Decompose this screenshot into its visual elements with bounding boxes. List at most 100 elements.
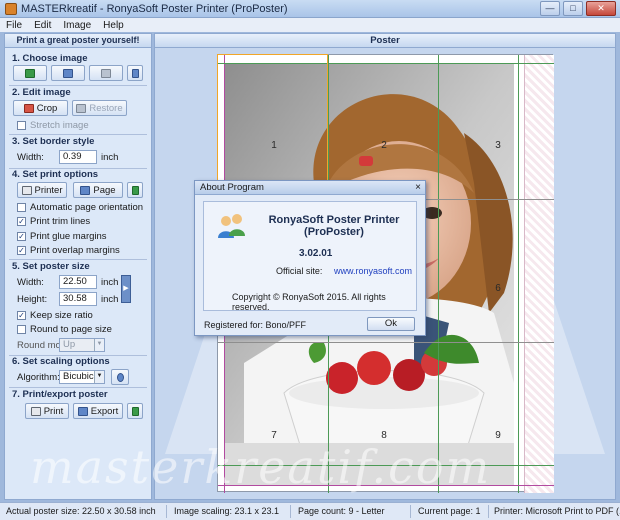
page-icon	[80, 185, 91, 195]
glue-line	[218, 465, 554, 466]
users-icon	[218, 214, 245, 238]
separator	[9, 85, 147, 86]
overlap-margins-checkbox[interactable]: ✓ Print overlap margins	[17, 245, 120, 256]
tile-number: 8	[381, 430, 387, 441]
title-bar: MASTERkreatif - RonyaSoft Poster Printer…	[0, 0, 620, 18]
keep-ratio-box: ✓	[17, 311, 26, 320]
official-site-label: Official site:	[276, 266, 323, 276]
trim-lines-box: ✓	[17, 217, 26, 226]
printer-icon	[30, 406, 41, 416]
menu-image[interactable]: Image	[63, 20, 91, 31]
section-border-style: 3. Set border style	[12, 136, 95, 147]
trim-lines-label: Print trim lines	[30, 216, 91, 227]
current-page-frame	[217, 54, 328, 198]
scaling-preview-button[interactable]	[111, 369, 129, 385]
glue-margins-box: ✓	[17, 232, 26, 241]
scan-image-button[interactable]	[89, 65, 123, 81]
poster-height-input[interactable]: 30.58	[59, 292, 97, 306]
restore-button[interactable]: Restore	[72, 100, 127, 116]
menu-edit[interactable]: Edit	[34, 20, 51, 31]
preview-icon	[131, 185, 139, 195]
section-poster-size: 5. Set poster size	[12, 261, 90, 272]
status-bar: Actual poster size: 22.50 x 30.58 inch I…	[0, 502, 620, 520]
round-page-box	[17, 325, 26, 334]
about-content: RonyaSoft Poster Printer (ProPoster) 3.0…	[203, 201, 417, 312]
about-close-button[interactable]: ×	[415, 181, 421, 194]
poster-panel-header: Poster	[155, 34, 615, 48]
poster-width-unit: inch	[101, 277, 119, 288]
dropdown-arrow-icon: ▼	[94, 339, 104, 351]
keep-ratio-checkbox[interactable]: ✓ Keep size ratio	[17, 310, 93, 321]
round-page-checkbox[interactable]: Round to page size	[17, 324, 112, 335]
restore-icon	[76, 103, 87, 113]
about-dialog-title: About Program	[200, 182, 264, 193]
auto-orientation-checkbox[interactable]: Automatic page orientation	[17, 202, 143, 213]
status-separator	[410, 505, 411, 518]
minimize-button[interactable]: —	[540, 1, 560, 16]
status-image-scaling: Image scaling: 23.1 x 23.1	[174, 506, 280, 516]
overlap-margin	[524, 55, 554, 493]
tile-number: 3	[495, 140, 501, 151]
menu-file[interactable]: File	[6, 20, 22, 31]
section-choose-image: 1. Choose image	[12, 53, 88, 64]
poster-height-label: Height:	[17, 294, 48, 305]
algorithm-select[interactable]: Bicubic ▼	[59, 370, 105, 384]
ok-button[interactable]: Ok	[367, 317, 415, 331]
page-button[interactable]: Page	[73, 182, 123, 198]
image-open-icon	[25, 68, 35, 78]
keep-ratio-label: Keep size ratio	[30, 310, 93, 321]
crop-label: Crop	[36, 102, 58, 114]
edit-image-button[interactable]	[127, 65, 143, 81]
restore-label: Restore	[89, 102, 123, 114]
status-separator	[488, 505, 489, 518]
round-mode-value: Up	[63, 339, 76, 350]
status-printer: Printer: Microsoft Print to PDF (...	[494, 506, 620, 516]
copyright-text: Copyright © RonyaSoft 2015. All rights r…	[232, 292, 386, 312]
border-width-input[interactable]: 0.39	[59, 150, 97, 164]
clipboard-icon	[63, 68, 73, 78]
tile-number: 6	[495, 283, 501, 294]
auto-orientation-box	[17, 203, 26, 212]
border-width-unit: inch	[101, 152, 119, 163]
status-poster-size: Actual poster size: 22.50 x 30.58 inch	[6, 506, 156, 516]
page-preview-button[interactable]	[127, 182, 143, 198]
open-image-button[interactable]	[13, 65, 47, 81]
printer-label: Printer	[34, 184, 63, 196]
separator	[9, 134, 147, 135]
window-title: MASTERkreatif - RonyaSoft Poster Printer…	[21, 2, 288, 15]
maximize-button[interactable]: □	[563, 1, 583, 16]
menu-help[interactable]: Help	[103, 20, 124, 31]
close-button[interactable]: ✕	[586, 1, 616, 16]
algorithm-label: Algorithm:	[17, 372, 60, 383]
crop-button[interactable]: Crop	[13, 100, 68, 116]
scanner-icon	[101, 68, 111, 78]
trim-lines-checkbox[interactable]: ✓ Print trim lines	[17, 216, 90, 227]
menu-bar: File Edit Image Help	[0, 18, 620, 32]
tile-number: 2	[381, 140, 387, 151]
glue-line	[438, 55, 439, 493]
poster-width-input[interactable]: 22.50	[59, 275, 97, 289]
print-button[interactable]: Print	[25, 403, 69, 419]
crop-icon	[23, 103, 34, 113]
section-print-options: 4. Set print options	[12, 169, 99, 180]
about-dialog: About Program × RonyaSoft Poster Printer…	[194, 180, 426, 336]
section-print-export: 7. Print/export poster	[12, 389, 108, 400]
round-mode-select[interactable]: Up ▼	[59, 338, 105, 352]
stretch-image-checkbox[interactable]: Stretch image	[17, 120, 89, 131]
magnifier-icon	[116, 372, 124, 382]
export-label: Export	[90, 405, 119, 417]
status-page-count: Page count: 9 - Letter	[298, 506, 385, 516]
edit-icon	[131, 68, 139, 78]
export-options-button[interactable]	[127, 403, 143, 419]
print-label: Print	[43, 405, 64, 417]
glue-margins-checkbox[interactable]: ✓ Print glue margins	[17, 231, 107, 242]
section-scaling-options: 6. Set scaling options	[12, 356, 110, 367]
official-site-link[interactable]: www.ronyasoft.com	[334, 266, 412, 276]
printer-button[interactable]: Printer	[17, 182, 67, 198]
export-button[interactable]: Export	[73, 403, 123, 419]
size-expand-button[interactable]: ▶	[121, 275, 131, 303]
paste-image-button[interactable]	[51, 65, 85, 81]
options-icon	[131, 406, 139, 416]
dropdown-arrow-icon: ▼	[94, 371, 104, 383]
glue-line	[518, 55, 519, 493]
